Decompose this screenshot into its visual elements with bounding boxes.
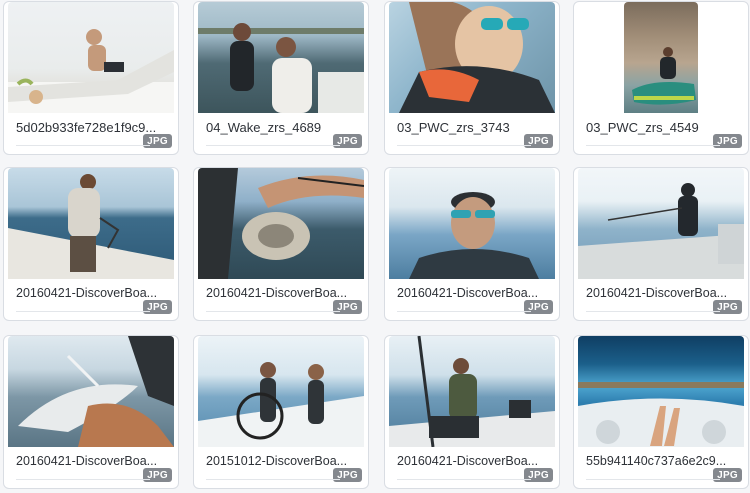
gallery-card[interactable]: JPG 04_Wake_zrs_4689 [193, 1, 369, 155]
gallery-card[interactable]: JPG 5d02b933fe728e1f9c9... [3, 1, 179, 155]
divider [206, 479, 340, 480]
gallery-card[interactable]: JPG 03_PWC_zrs_4549 [573, 1, 749, 155]
gallery-card[interactable]: JPG 20160421-DiscoverBoa... [3, 167, 179, 321]
file-name: 04_Wake_zrs_4689 [206, 120, 322, 135]
divider [16, 311, 150, 312]
thumbnail-image[interactable] [578, 168, 744, 279]
thumbnail-image[interactable] [198, 168, 364, 279]
file-name: 03_PWC_zrs_4549 [586, 120, 699, 135]
thumbnail-image[interactable] [624, 2, 698, 113]
divider [397, 311, 531, 312]
gallery-card[interactable]: JPG 20151012-DiscoverBoa... [193, 335, 369, 489]
file-name: 20160421-DiscoverBoa... [586, 286, 728, 300]
divider [397, 479, 531, 480]
gallery-card[interactable]: JPG 20160421-DiscoverBoa... [384, 167, 560, 321]
divider [16, 479, 150, 480]
thumbnail-image[interactable] [389, 168, 555, 279]
divider [206, 311, 340, 312]
thumbnail-image[interactable] [8, 2, 174, 113]
gallery-card[interactable]: JPG 55b941140c737a6e2c9... [573, 335, 749, 489]
file-name: 20160421-DiscoverBoa... [397, 454, 539, 468]
thumbnail-image[interactable] [198, 336, 364, 447]
gallery-card[interactable]: JPG 20160421-DiscoverBoa... [384, 335, 560, 489]
divider [586, 145, 720, 146]
thumbnail-image[interactable] [389, 2, 555, 113]
gallery-card[interactable]: JPG 20160421-DiscoverBoa... [193, 167, 369, 321]
gallery-card[interactable]: JPG 20160421-DiscoverBoa... [3, 335, 179, 489]
file-name: 55b941140c737a6e2c9... [586, 454, 727, 468]
gallery-card[interactable]: JPG 20160421-DiscoverBoa... [573, 167, 749, 321]
thumbnail-image[interactable] [8, 336, 174, 447]
file-name: 20160421-DiscoverBoa... [16, 286, 158, 300]
divider [16, 145, 150, 146]
thumbnail-image[interactable] [8, 168, 174, 279]
file-name: 03_PWC_zrs_3743 [397, 120, 510, 135]
file-name: 5d02b933fe728e1f9c9... [16, 120, 157, 135]
gallery-card[interactable]: JPG 03_PWC_zrs_3743 [384, 1, 560, 155]
thumbnail-image[interactable] [198, 2, 364, 113]
file-name: 20160421-DiscoverBoa... [397, 286, 539, 300]
file-name: 20160421-DiscoverBoa... [16, 454, 158, 468]
divider [397, 145, 531, 146]
file-name: 20160421-DiscoverBoa... [206, 286, 348, 300]
file-name: 20151012-DiscoverBoa... [206, 454, 348, 468]
divider [586, 479, 720, 480]
thumbnail-image[interactable] [578, 336, 744, 447]
thumbnail-image[interactable] [389, 336, 555, 447]
divider [206, 145, 340, 146]
divider [586, 311, 720, 312]
